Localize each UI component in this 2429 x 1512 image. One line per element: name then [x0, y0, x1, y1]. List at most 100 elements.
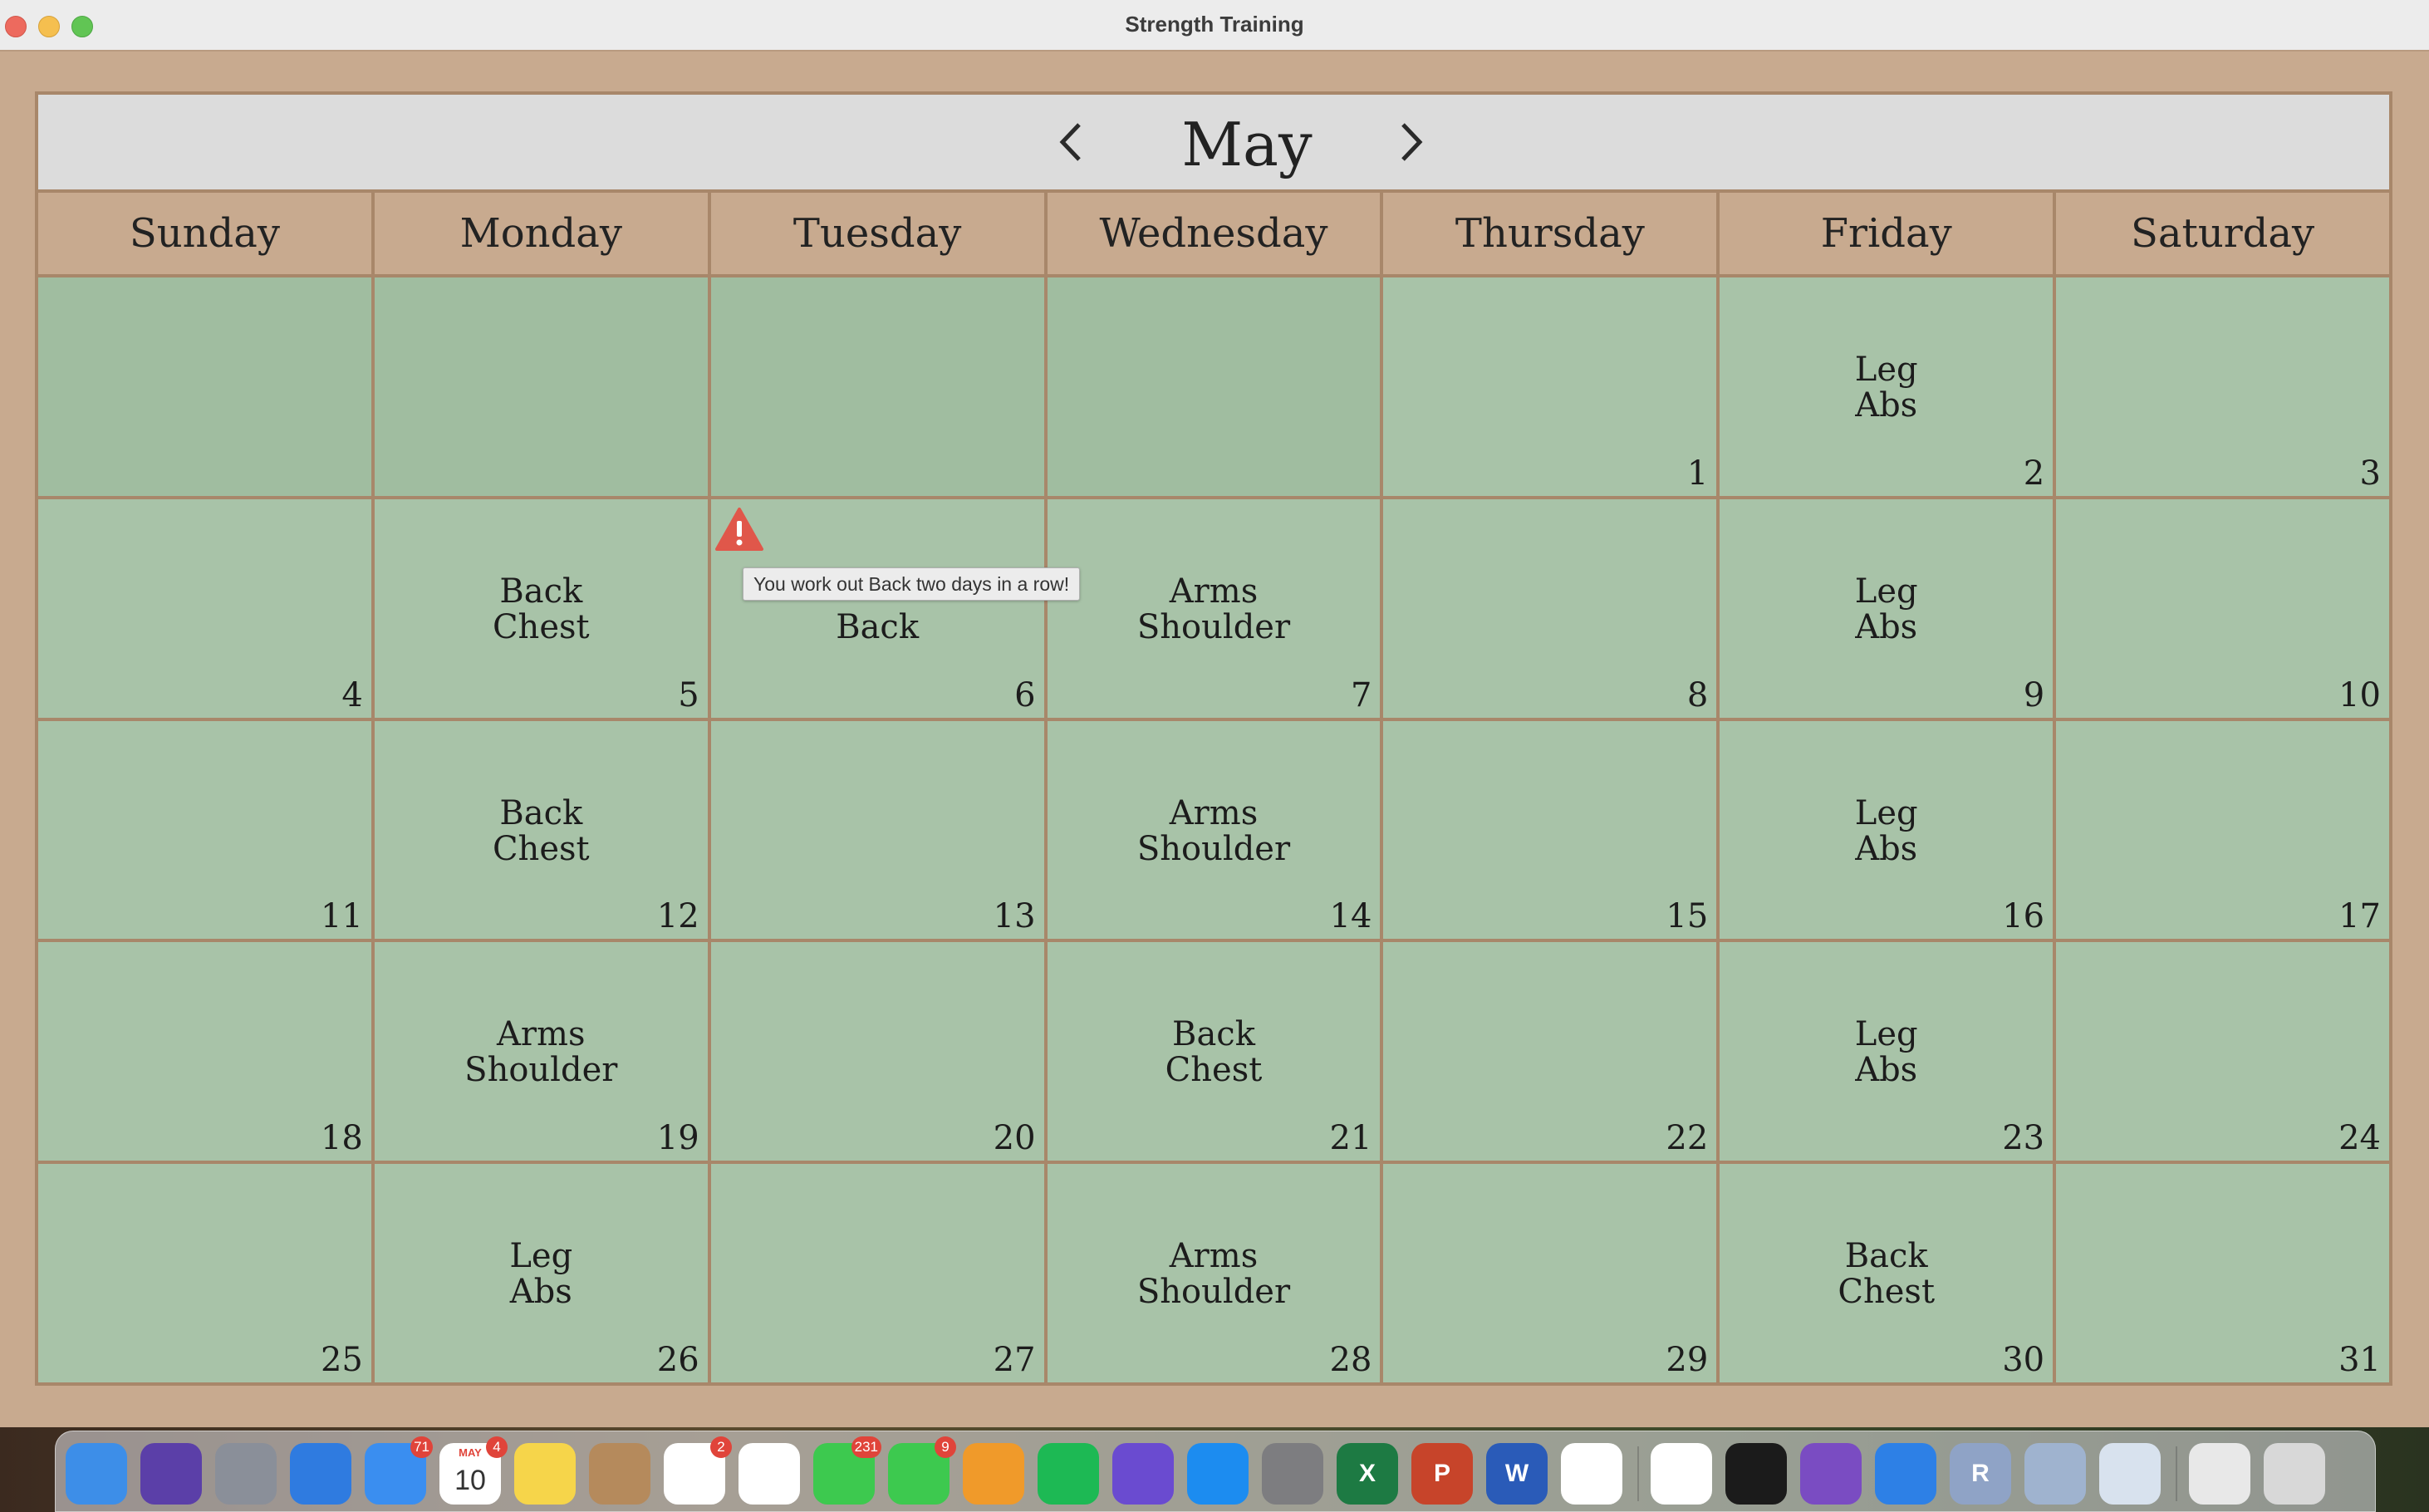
- day-number: 27: [993, 1340, 1036, 1379]
- previous-month-button[interactable]: [1050, 113, 1092, 171]
- dock-separator: [1637, 1446, 1639, 1501]
- dock-finder-icon[interactable]: [66, 1443, 127, 1505]
- day-cell[interactable]: 8: [1383, 498, 1717, 718]
- dock-system-settings-icon[interactable]: [1262, 1443, 1323, 1505]
- workout-label: Arms Shoulder: [464, 1015, 618, 1090]
- dock-app-store-icon[interactable]: [1187, 1443, 1249, 1505]
- day-number: 16: [2002, 897, 2045, 936]
- dock-github-desktop-icon[interactable]: [1800, 1443, 1862, 1505]
- dock-trash-icon[interactable]: [2264, 1443, 2325, 1505]
- dock-recent-document-icon[interactable]: [2189, 1443, 2250, 1505]
- day-number: 1: [1686, 454, 1709, 493]
- day-cell[interactable]: Back Chest 21: [1047, 942, 1381, 1161]
- day-number: 13: [993, 897, 1036, 936]
- dock-reminders-icon[interactable]: 2: [664, 1436, 732, 1505]
- day-cell[interactable]: 22: [1383, 942, 1717, 1161]
- empty-day-cell: [1047, 277, 1381, 496]
- day-number: 23: [2002, 1119, 2045, 1158]
- dock-messages-icon[interactable]: 231: [813, 1436, 881, 1505]
- day-number: 11: [320, 897, 363, 936]
- workout-label: Arms Shoulder: [1136, 793, 1291, 868]
- dock-imovie-icon[interactable]: [1112, 1443, 1174, 1505]
- dock-icon-label: P: [1433, 1460, 1450, 1487]
- day-cell[interactable]: 3: [2056, 277, 2389, 496]
- warning-tooltip: You work out Back two days in a row!: [743, 567, 1081, 601]
- day-number: 29: [1666, 1340, 1709, 1379]
- day-number: 15: [1666, 897, 1709, 936]
- day-cell[interactable]: Leg Abs 16: [1720, 720, 2054, 940]
- dock-preview-icon[interactable]: [2024, 1443, 2086, 1505]
- day-number: 21: [1329, 1119, 1372, 1158]
- day-number: 6: [1014, 675, 1036, 714]
- day-cell[interactable]: Arms Shoulder 19: [374, 942, 708, 1161]
- day-cell[interactable]: 10: [2056, 498, 2389, 718]
- weekday-header: Monday: [374, 193, 711, 274]
- chevron-right-icon: [1401, 123, 1423, 161]
- dock-contacts-icon[interactable]: [589, 1443, 650, 1505]
- day-number: 17: [2338, 897, 2381, 936]
- dock-facetime-icon[interactable]: 9: [888, 1436, 956, 1505]
- day-cell[interactable]: Arms Shoulder 28: [1047, 1164, 1381, 1382]
- day-number: 7: [1350, 675, 1372, 714]
- day-cell[interactable]: Back Chest 5: [374, 498, 708, 718]
- dock-excel-icon[interactable]: X: [1337, 1443, 1398, 1505]
- day-cell[interactable]: 15: [1383, 720, 1717, 940]
- dock-icon-label: R: [1971, 1460, 1990, 1487]
- dock-photos-icon[interactable]: [739, 1443, 800, 1505]
- dock: 71 MAY 10 4 2 231 9 X P W R: [55, 1431, 2376, 1512]
- day-cell[interactable]: Leg Abs 26: [374, 1164, 708, 1382]
- day-cell[interactable]: 29: [1383, 1164, 1717, 1382]
- dock-xcode-icon[interactable]: [1875, 1443, 1936, 1505]
- dock-spotify-icon[interactable]: [1038, 1443, 1099, 1505]
- day-cell[interactable]: Back Chest 12: [374, 720, 708, 940]
- weekday-header: Thursday: [1383, 193, 1720, 274]
- dock-powerpoint-icon[interactable]: P: [1411, 1443, 1473, 1505]
- day-cell[interactable]: Arms Shoulder 7: [1047, 498, 1381, 718]
- day-cell[interactable]: 13: [710, 720, 1044, 940]
- day-cell[interactable]: Back Chest 30: [1720, 1164, 2054, 1382]
- day-cell[interactable]: 1: [1383, 277, 1717, 496]
- day-cell[interactable]: Leg Abs 23: [1720, 942, 2054, 1161]
- day-cell[interactable]: 31: [2056, 1164, 2389, 1382]
- empty-day-cell: [38, 277, 371, 496]
- dock-chrome-icon[interactable]: [1561, 1443, 1622, 1505]
- day-cell[interactable]: 25: [38, 1164, 371, 1382]
- app-window: Strength Training May 2025 Sunday Monday…: [0, 0, 2429, 1427]
- day-cell[interactable]: 17: [2056, 720, 2389, 940]
- dock-mail-icon[interactable]: 71: [365, 1436, 433, 1505]
- dock-word-icon[interactable]: W: [1486, 1443, 1548, 1505]
- weekday-header: Sunday: [38, 193, 375, 274]
- dock-safari-icon[interactable]: [290, 1443, 351, 1505]
- day-number: 8: [1686, 675, 1709, 714]
- day-cell[interactable]: 4: [38, 498, 371, 718]
- dock-siri-icon[interactable]: [140, 1443, 202, 1505]
- dock-launchpad-icon[interactable]: [215, 1443, 277, 1505]
- day-cell[interactable]: 11: [38, 720, 371, 940]
- dock-calendar-icon[interactable]: MAY 10 4: [439, 1436, 508, 1505]
- calendar-grid: 1 Leg Abs 2 3 4 Back Chest 5 Back 6 Arms Shoulde…: [38, 274, 2389, 1382]
- day-cell[interactable]: Arms Shoulder 14: [1047, 720, 1381, 940]
- weekday-header-row: Sunday Monday Tuesday Wednesday Thursday…: [38, 193, 2390, 274]
- day-number: 18: [320, 1119, 363, 1158]
- day-cell[interactable]: 27: [710, 1164, 1044, 1382]
- warning-triangle-icon[interactable]: [714, 507, 764, 552]
- day-cell[interactable]: Leg Abs 9: [1720, 498, 2054, 718]
- day-cell[interactable]: Leg Abs 2: [1720, 277, 2054, 496]
- day-number: 3: [2359, 454, 2381, 493]
- dock-notes-icon[interactable]: [514, 1443, 576, 1505]
- dock-separator: [2176, 1446, 2177, 1501]
- dock-r-icon[interactable]: R: [1950, 1443, 2011, 1505]
- workout-label: Back Chest: [492, 572, 590, 646]
- day-cell[interactable]: 24: [2056, 942, 2389, 1161]
- dock-grid-app-icon[interactable]: [2099, 1443, 2161, 1505]
- workout-label: Leg Abs: [1854, 793, 1918, 868]
- next-month-button[interactable]: [1391, 113, 1432, 171]
- day-cell[interactable]: 20: [710, 942, 1044, 1161]
- day-cell[interactable]: 18: [38, 942, 371, 1161]
- title-bar: Strength Training: [0, 0, 2429, 52]
- weekday-header: Friday: [1720, 193, 2057, 274]
- dock-slack-icon[interactable]: [1651, 1443, 1712, 1505]
- dock-activity-monitor-icon[interactable]: [1725, 1443, 1787, 1505]
- day-number: 14: [1329, 897, 1372, 936]
- dock-pages-icon[interactable]: [963, 1443, 1024, 1505]
